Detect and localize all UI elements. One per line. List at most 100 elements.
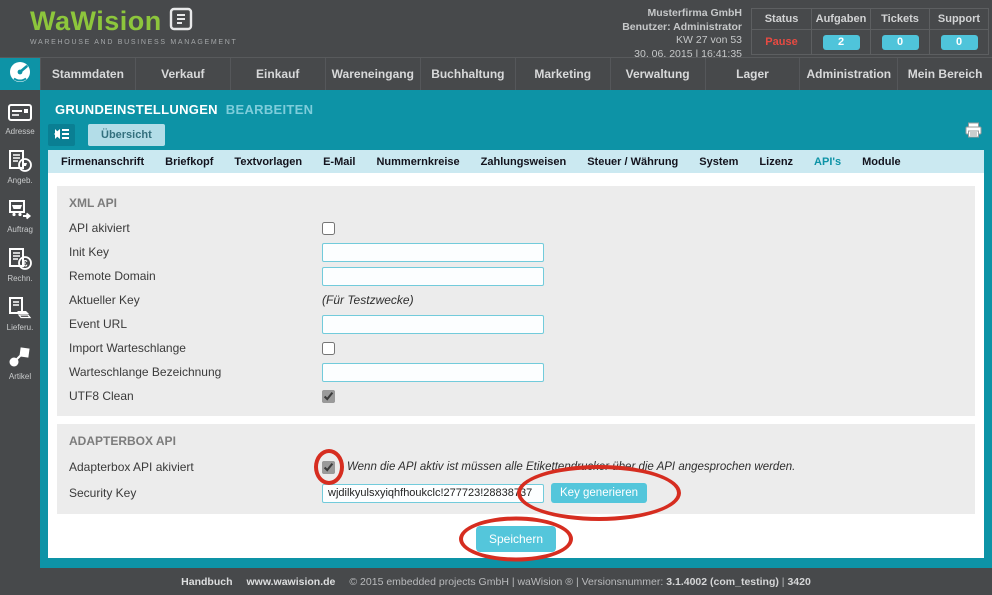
form-row-event-url: Event URL bbox=[69, 312, 963, 336]
status-col-support: Support 0 bbox=[929, 9, 988, 54]
aufgaben-count-badge[interactable]: 2 bbox=[823, 35, 860, 50]
tab-nummernkreise[interactable]: Nummernkreise bbox=[376, 156, 459, 168]
field-label: API akiviert bbox=[69, 221, 322, 235]
adapterbox-note: Wenn die API aktiv ist müssen alle Etike… bbox=[347, 461, 795, 473]
nav-item-lager[interactable]: Lager bbox=[705, 58, 800, 90]
support-label: Support bbox=[930, 9, 988, 30]
sidebar-item-label: Rechn. bbox=[7, 274, 32, 283]
collapse-menu-button[interactable] bbox=[48, 124, 75, 146]
build-number: 3420 bbox=[787, 576, 810, 588]
nav-item-verkauf[interactable]: Verkauf bbox=[135, 58, 230, 90]
main-panel: GRUNDEINSTELLUNGEN BEARBEITEN Übersicht bbox=[40, 90, 992, 568]
nav-item-administration[interactable]: Administration bbox=[799, 58, 897, 90]
settings-content: XML API API akiviert Init Key Remote Dom… bbox=[48, 173, 984, 558]
adapterbox-aktiviert-checkbox[interactable] bbox=[322, 461, 335, 474]
copyright-prefix: © 2015 embedded projects GmbH | waWision… bbox=[349, 576, 663, 588]
status-pause-value[interactable]: Pause bbox=[765, 36, 797, 48]
tab-zahlungsweisen[interactable]: Zahlungsweisen bbox=[481, 156, 567, 168]
page-header: GRUNDEINSTELLUNGEN BEARBEITEN Übersicht bbox=[40, 90, 992, 150]
status-label: Status bbox=[752, 9, 811, 30]
form-row-aktueller-key: Aktueller Key (Für Testzwecke) bbox=[69, 288, 963, 312]
tickets-count-badge[interactable]: 0 bbox=[882, 35, 919, 50]
top-header: WaWision WAREHOUSE AND BUSINESS MANAGEME… bbox=[0, 0, 992, 57]
tab-firmenanschrift[interactable]: Firmenanschrift bbox=[61, 156, 144, 168]
tab-lizenz[interactable]: Lizenz bbox=[759, 156, 793, 168]
overview-button[interactable]: Übersicht bbox=[88, 124, 165, 146]
status-panel: Status Pause Aufgaben 2 Tickets 0 Suppor… bbox=[751, 8, 989, 55]
tab-briefkopf[interactable]: Briefkopf bbox=[165, 156, 213, 168]
tab-textvorlagen[interactable]: Textvorlagen bbox=[234, 156, 302, 168]
adapterbox-api-section: ADAPTERBOX API Adapterbox API akiviert W… bbox=[57, 424, 975, 514]
field-label: Event URL bbox=[69, 317, 322, 331]
status-col-aufgaben: Aufgaben 2 bbox=[811, 9, 870, 54]
copyright-text: © 2015 embedded projects GmbH | waWision… bbox=[349, 576, 810, 588]
nav-home-tab[interactable] bbox=[0, 58, 40, 90]
sidebar-item-label: Auftrag bbox=[7, 225, 33, 234]
support-count-badge[interactable]: 0 bbox=[941, 35, 978, 50]
sidebar-item-rechnung[interactable]: € Rechn. bbox=[7, 247, 33, 283]
sidebar-item-lieferung[interactable]: Lieferu. bbox=[7, 296, 34, 332]
logo-title: WaWision bbox=[30, 8, 162, 35]
api-aktiviert-checkbox[interactable] bbox=[322, 222, 335, 235]
nav-item-stammdaten[interactable]: Stammdaten bbox=[40, 58, 135, 90]
nav-item-marketing[interactable]: Marketing bbox=[515, 58, 610, 90]
user-name: Benutzer: Administrator bbox=[622, 21, 742, 35]
save-button[interactable]: Speichern bbox=[476, 526, 556, 552]
tab-steuer-waehrung[interactable]: Steuer / Währung bbox=[587, 156, 678, 168]
security-key-input[interactable] bbox=[322, 484, 544, 503]
nav-item-einkauf[interactable]: Einkauf bbox=[230, 58, 325, 90]
import-warteschlange-checkbox[interactable] bbox=[322, 342, 335, 355]
nav-item-buchhaltung[interactable]: Buchhaltung bbox=[420, 58, 515, 90]
sidebar-item-label: Adresse bbox=[5, 127, 34, 136]
init-key-input[interactable] bbox=[322, 243, 544, 262]
printer-icon bbox=[965, 126, 982, 141]
article-shapes-icon bbox=[7, 345, 33, 369]
remote-domain-input[interactable] bbox=[322, 267, 544, 286]
sidebar-item-angebot[interactable]: Angeb. bbox=[7, 149, 33, 185]
form-row-init-key: Init Key bbox=[69, 240, 963, 264]
aufgaben-label: Aufgaben bbox=[812, 9, 870, 30]
nav-item-mein-bereich[interactable]: Mein Bereich bbox=[897, 58, 992, 90]
tab-apis[interactable]: API's bbox=[814, 156, 841, 168]
form-row-utf8-clean: UTF8 Clean bbox=[69, 384, 963, 408]
sidebar-item-label: Angeb. bbox=[7, 176, 32, 185]
tab-email[interactable]: E-Mail bbox=[323, 156, 355, 168]
utf8-clean-checkbox[interactable] bbox=[322, 390, 335, 403]
form-row-security-key: Security Key Key generieren bbox=[69, 480, 963, 506]
sidebar-item-auftrag[interactable]: Auftrag bbox=[7, 198, 33, 234]
tab-module[interactable]: Module bbox=[862, 156, 901, 168]
adapterbox-section-title: ADAPTERBOX API bbox=[69, 434, 963, 448]
main-nav: Stammdaten Verkauf Einkauf Wareneingang … bbox=[0, 57, 992, 90]
page-title: GRUNDEINSTELLUNGEN BEARBEITEN bbox=[40, 90, 992, 117]
nav-item-verwaltung[interactable]: Verwaltung bbox=[610, 58, 705, 90]
generate-key-button[interactable]: Key generieren bbox=[551, 483, 647, 503]
sidebar-item-label: Artikel bbox=[9, 372, 31, 381]
svg-text:€: € bbox=[22, 259, 27, 269]
tab-system[interactable]: System bbox=[699, 156, 738, 168]
sidebar-item-adresse[interactable]: Adresse bbox=[5, 102, 34, 136]
form-row-import-warteschlange: Import Warteschlange bbox=[69, 336, 963, 360]
warteschlange-bezeichnung-input[interactable] bbox=[322, 363, 544, 382]
website-link[interactable]: www.wawision.de bbox=[247, 576, 336, 588]
offer-document-icon bbox=[7, 149, 33, 173]
event-url-input[interactable] bbox=[322, 315, 544, 334]
field-label: Aktueller Key bbox=[69, 293, 322, 307]
tickets-label: Tickets bbox=[871, 9, 929, 30]
handbuch-link[interactable]: Handbuch bbox=[181, 576, 232, 588]
field-label: Warteschlange Bezeichnung bbox=[69, 365, 322, 379]
field-label: Import Warteschlange bbox=[69, 341, 322, 355]
order-cart-icon bbox=[7, 198, 33, 222]
field-label: UTF8 Clean bbox=[69, 389, 322, 403]
address-card-icon bbox=[7, 102, 33, 124]
form-row-adapterbox-aktiviert: Adapterbox API akiviert Wenn die API akt… bbox=[69, 454, 963, 480]
delivery-note-icon bbox=[7, 296, 33, 320]
nav-item-wareneingang[interactable]: Wareneingang bbox=[325, 58, 420, 90]
wawision-app: WaWision WAREHOUSE AND BUSINESS MANAGEME… bbox=[0, 0, 992, 595]
xml-api-section: XML API API akiviert Init Key Remote Dom… bbox=[57, 186, 975, 416]
form-row-api-aktiviert: API akiviert bbox=[69, 216, 963, 240]
print-button[interactable] bbox=[965, 122, 982, 141]
logo-tagline: WAREHOUSE AND BUSINESS MANAGEMENT bbox=[30, 39, 238, 46]
footer-separator: | bbox=[782, 576, 785, 588]
sidebar-item-artikel[interactable]: Artikel bbox=[7, 345, 33, 381]
field-label: Init Key bbox=[69, 245, 322, 259]
